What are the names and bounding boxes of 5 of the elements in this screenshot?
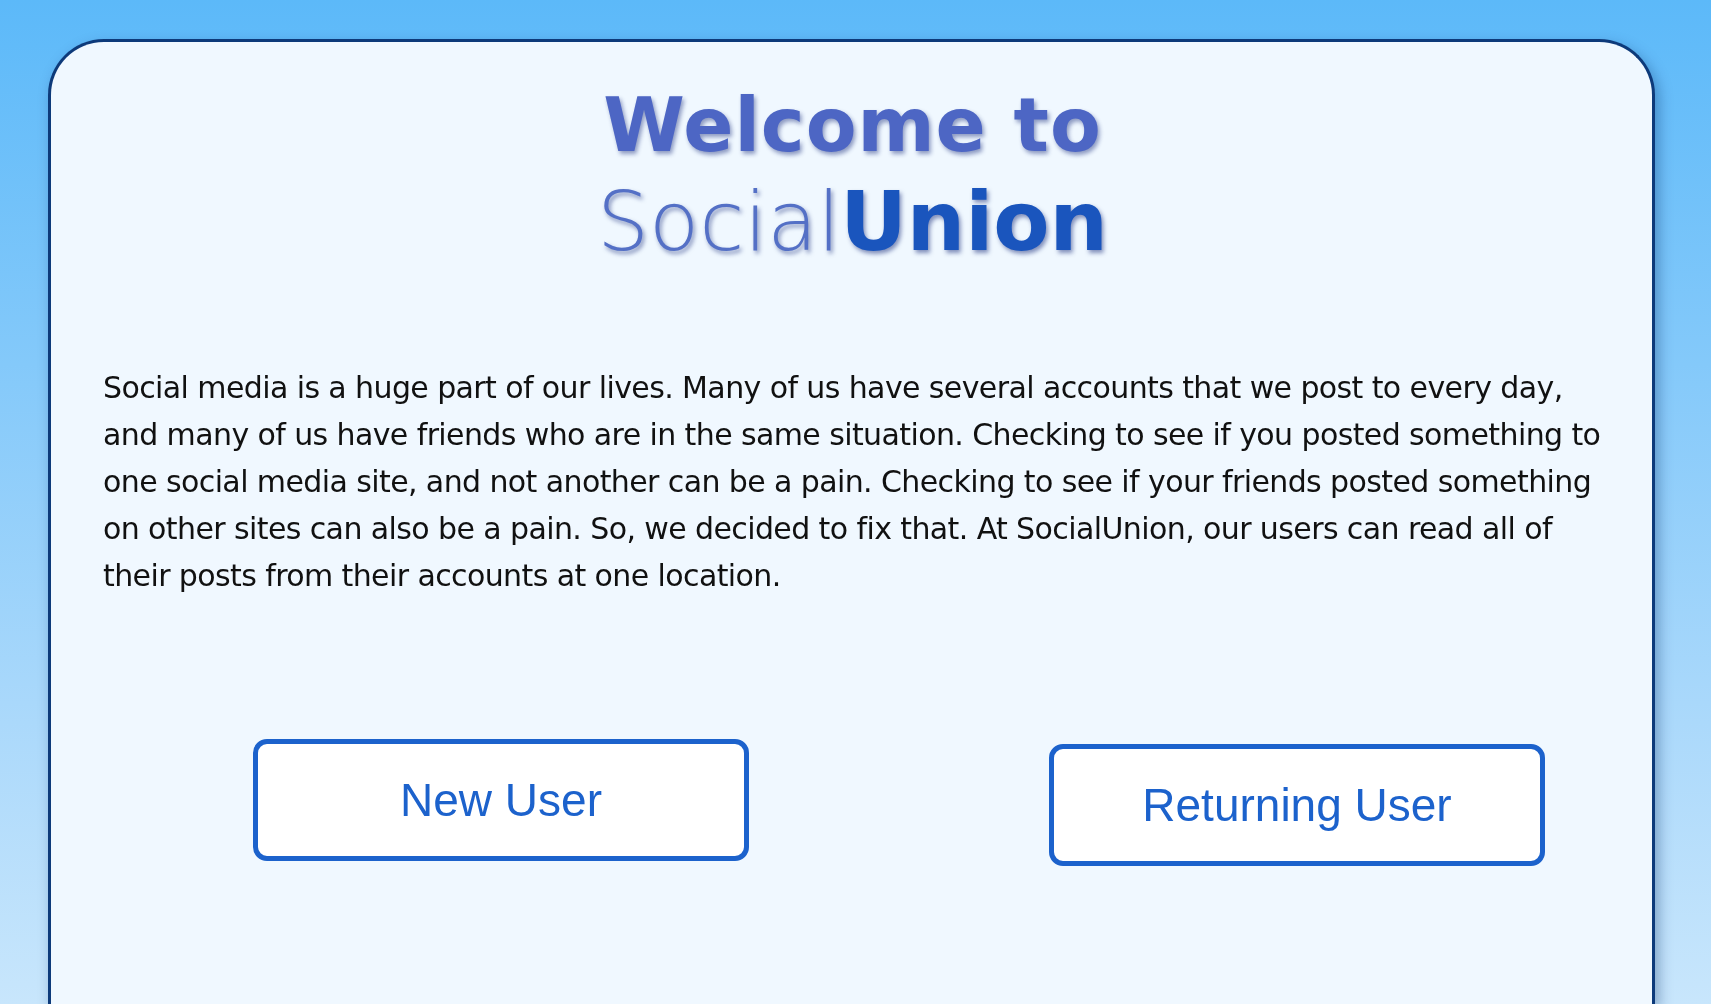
description-text: Social media is a huge part of our lives. Many of us have several accounts that we post to every day, and many of us have friends who are in the same situation. Checking to see if you posted something to one social media site, and not another can be a pain. Checking to see if your friends posted something on other sites can also be a pain. So, we decided to fix that. At SocialUnion, our users can read all of their posts from their accounts at one location. (103, 369, 1602, 595)
user-button[interactable]: New User (253, 739, 749, 861)
user-button[interactable]: Returning User (1049, 744, 1545, 866)
logo: SocialUnion (597, 174, 1108, 269)
welcome-heading: Welcome to (602, 82, 1103, 168)
